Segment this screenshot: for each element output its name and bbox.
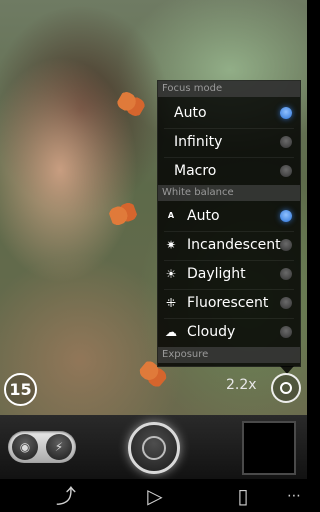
back-icon[interactable]: ⤴ bbox=[53, 483, 79, 509]
option-label: Macro bbox=[174, 163, 217, 179]
radio-unselected[interactable] bbox=[280, 326, 292, 338]
wb-option-cloudy[interactable]: ☁ Cloudy bbox=[158, 318, 300, 346]
camera-mode-toggle[interactable]: ◉ ⚡ bbox=[8, 431, 76, 463]
fluorescent-icon: ⁜ bbox=[165, 296, 177, 310]
auto-wb-icon: A bbox=[167, 211, 175, 220]
butterfly-decoration bbox=[107, 201, 139, 227]
aperture-icon bbox=[142, 436, 166, 460]
radio-unselected[interactable] bbox=[280, 297, 292, 309]
system-nav-bar: ⤴ ▷ ▯ ⋯ bbox=[0, 479, 307, 512]
option-label: Auto bbox=[187, 208, 220, 224]
focus-option-auto[interactable]: Auto bbox=[158, 99, 300, 127]
camera-control-bar: ◉ ⚡ bbox=[0, 415, 307, 479]
camera-settings-popup: Focus mode Auto Infinity Macro White bal… bbox=[157, 80, 301, 374]
radio-selected[interactable] bbox=[280, 210, 292, 222]
focus-option-infinity[interactable]: Infinity bbox=[158, 128, 300, 156]
option-label: Cloudy bbox=[187, 324, 236, 340]
wb-option-daylight[interactable]: ☀ Daylight bbox=[158, 260, 300, 288]
wb-option-incandescent[interactable]: ✷ Incandescent bbox=[158, 231, 300, 259]
cloud-icon: ☁ bbox=[165, 325, 177, 339]
option-label: Fluorescent bbox=[187, 295, 269, 311]
flash-icon[interactable]: ⚡ bbox=[46, 434, 72, 460]
shutter-button[interactable] bbox=[128, 422, 180, 474]
recent-apps-icon[interactable]: ▯ bbox=[230, 483, 256, 509]
zoom-level: 2.2x bbox=[226, 377, 257, 393]
camera-switch-icon[interactable]: ◉ bbox=[12, 434, 38, 460]
radio-unselected[interactable] bbox=[280, 136, 292, 148]
radio-unselected[interactable] bbox=[280, 268, 292, 280]
exposure-header: Exposure bbox=[158, 347, 300, 363]
option-label: Incandescent bbox=[187, 237, 281, 253]
radio-unselected[interactable] bbox=[280, 165, 292, 177]
option-label: Auto bbox=[174, 105, 207, 121]
butterfly-decoration bbox=[115, 89, 147, 119]
option-label: Infinity bbox=[174, 134, 223, 150]
home-icon[interactable]: ▷ bbox=[142, 483, 168, 509]
overflow-menu-icon[interactable]: ⋯ bbox=[281, 483, 307, 509]
option-label: Daylight bbox=[187, 266, 246, 282]
focus-mode-header: Focus mode bbox=[158, 81, 300, 97]
settings-toggle-button[interactable] bbox=[271, 373, 301, 403]
last-photo-thumbnail[interactable] bbox=[242, 421, 296, 475]
radio-unselected[interactable] bbox=[280, 239, 292, 251]
focus-option-macro[interactable]: Macro bbox=[158, 157, 300, 185]
wb-option-auto[interactable]: A Auto bbox=[158, 202, 300, 230]
wb-option-fluorescent[interactable]: ⁜ Fluorescent bbox=[158, 289, 300, 317]
white-balance-header: White balance bbox=[158, 185, 300, 201]
sun-icon: ☀ bbox=[165, 267, 177, 281]
self-timer-badge[interactable]: 15 bbox=[4, 373, 37, 406]
incandescent-icon: ✷ bbox=[165, 238, 177, 252]
radio-selected[interactable] bbox=[280, 107, 292, 119]
